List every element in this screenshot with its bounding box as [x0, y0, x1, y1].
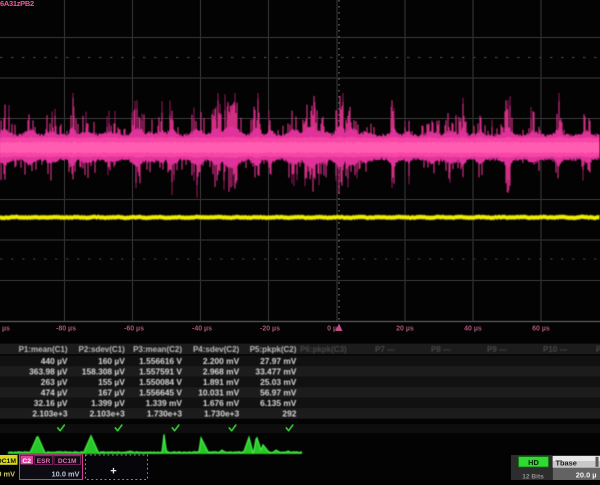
svg-text:6.135 mV: 6.135 mV	[260, 398, 297, 408]
svg-text:160 µV: 160 µV	[98, 356, 125, 366]
svg-text:2.200 mV: 2.200 mV	[203, 356, 240, 366]
svg-text:P8 ---: P8 ---	[431, 345, 451, 354]
svg-text:-40 µs: -40 µs	[192, 326, 212, 333]
svg-text:+: +	[110, 466, 116, 478]
svg-text:1.556645 V: 1.556645 V	[139, 388, 182, 398]
svg-text:2.103e+3: 2.103e+3	[32, 409, 68, 419]
svg-text:P4:sdev(C2): P4:sdev(C2)	[193, 345, 240, 354]
svg-text:40 µs: 40 µs	[464, 326, 482, 333]
svg-text:1.550084 V: 1.550084 V	[139, 377, 182, 387]
svg-text:2.968 mV: 2.968 mV	[203, 367, 240, 377]
svg-text:474 µV: 474 µV	[41, 388, 68, 398]
svg-text:-80 µs: -80 µs	[56, 326, 76, 333]
svg-text:33.477 mV: 33.477 mV	[255, 367, 296, 377]
svg-text:P10 ---: P10 ---	[543, 345, 568, 354]
svg-text:292: 292	[282, 409, 296, 419]
svg-text:27.97 mV: 27.97 mV	[260, 356, 297, 366]
svg-text:P9 ---: P9 ---	[487, 345, 507, 354]
svg-text:HD: HD	[528, 458, 539, 467]
svg-text:DC1M: DC1M	[58, 458, 77, 465]
svg-text:155 µV: 155 µV	[98, 377, 125, 387]
svg-text:167 µV: 167 µV	[98, 388, 125, 398]
svg-text:P3:mean(C2): P3:mean(C2)	[133, 345, 182, 354]
svg-text:P1:mean(C1): P1:mean(C1)	[19, 345, 68, 354]
svg-text:1.891 mV: 1.891 mV	[203, 377, 240, 387]
svg-text:440 µV: 440 µV	[41, 356, 68, 366]
svg-text:2.103e+3: 2.103e+3	[90, 409, 126, 419]
svg-text:1.399 µV: 1.399 µV	[91, 398, 125, 408]
svg-text:12 Bits: 12 Bits	[522, 473, 544, 480]
svg-text:1.676 mV: 1.676 mV	[203, 398, 240, 408]
svg-text:0 mV: 0 mV	[0, 470, 15, 479]
svg-text:32.16 µV: 32.16 µV	[34, 398, 68, 408]
svg-text:1.556616 V: 1.556616 V	[139, 356, 182, 366]
svg-text:1.730e+3: 1.730e+3	[204, 409, 240, 419]
svg-text:25.03 mV: 25.03 mV	[260, 377, 297, 387]
svg-text:-100 µs: -100 µs	[0, 326, 10, 333]
svg-text:158.308 µV: 158.308 µV	[82, 367, 125, 377]
svg-text:C2: C2	[22, 458, 31, 465]
svg-text:-20 µs: -20 µs	[260, 326, 280, 333]
svg-text:363.98 µV: 363.98 µV	[29, 367, 68, 377]
svg-text:1.339 mV: 1.339 mV	[146, 398, 183, 408]
svg-text:Tbase: Tbase	[556, 458, 577, 467]
svg-text:P1: P1	[596, 345, 600, 354]
svg-text:ESR: ESR	[37, 458, 51, 465]
svg-text:1.730e+3: 1.730e+3	[147, 409, 183, 419]
svg-text:P5:pkpk(C2): P5:pkpk(C2)	[250, 345, 297, 354]
svg-text:1.557591 V: 1.557591 V	[139, 367, 182, 377]
svg-text:263 µV: 263 µV	[41, 377, 68, 387]
svg-text:P6:pkpk(C3): P6:pkpk(C3)	[300, 345, 347, 354]
svg-text:6A31zPB2: 6A31zPB2	[0, 0, 34, 8]
svg-text:P2:sdev(C1): P2:sdev(C1)	[79, 345, 126, 354]
svg-text:10.031 mV: 10.031 mV	[198, 388, 239, 398]
svg-text:DC1M: DC1M	[0, 458, 16, 465]
svg-text:10.0 mV: 10.0 mV	[52, 470, 80, 479]
svg-text:60 µs: 60 µs	[532, 326, 550, 333]
svg-text:20 µs: 20 µs	[396, 326, 414, 333]
svg-text:56.97 mV: 56.97 mV	[260, 388, 297, 398]
svg-text:P7 ---: P7 ---	[375, 345, 395, 354]
svg-text:20.0 µ: 20.0 µ	[576, 470, 597, 479]
svg-text:-60 µs: -60 µs	[124, 326, 144, 333]
